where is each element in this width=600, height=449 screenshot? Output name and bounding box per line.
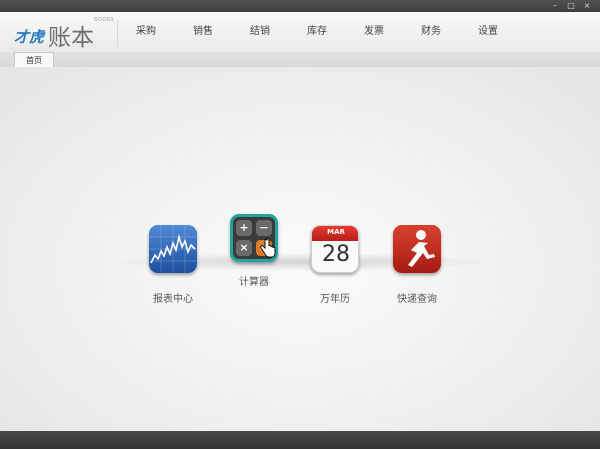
app-window: – □ × 才虎 账本 BOOKS 采购 销售 结销 库存 发票 财务 设置 首… (0, 0, 600, 449)
calendar-icon: MAR 28 (311, 225, 359, 273)
window-controls: – □ × (550, 1, 592, 10)
nav-item-settlement[interactable]: 结销 (232, 12, 288, 52)
app-calendar[interactable]: MAR 28 万年历 (295, 225, 375, 305)
calendar-day: 28 (322, 242, 350, 267)
nav-item-inventory[interactable]: 库存 (289, 12, 345, 52)
title-bar[interactable]: – □ × (0, 0, 600, 12)
nav-item-sales[interactable]: 销售 (175, 12, 231, 52)
app-report-center[interactable]: 报表中心 (133, 225, 213, 305)
logo-subtitle: BOOKS (94, 17, 115, 23)
nav-item-settings[interactable]: 设置 (460, 12, 516, 52)
header: 才虎 账本 BOOKS 采购 销售 结销 库存 发票 财务 设置 (0, 12, 600, 53)
maximize-icon[interactable]: □ (566, 1, 576, 10)
report-chart-icon (149, 225, 197, 273)
main-nav: 采购 销售 结销 库存 发票 财务 设置 (118, 12, 517, 52)
runner-icon (393, 225, 441, 273)
app-express-query[interactable]: 快递查询 (377, 225, 457, 305)
app-label-report-center: 报表中心 (153, 294, 193, 305)
bottom-bar (0, 431, 600, 449)
calc-key-multiply: × (236, 240, 252, 256)
app-label-express-query: 快递查询 (397, 294, 437, 305)
nav-item-finance[interactable]: 财务 (403, 12, 459, 52)
nav-item-purchase[interactable]: 采购 (118, 12, 174, 52)
nav-item-invoice[interactable]: 发票 (346, 12, 402, 52)
app-label-calculator: 计算器 (239, 277, 269, 288)
hand-cursor-icon (260, 238, 276, 258)
logo-title: 账本 (48, 25, 94, 51)
calc-key-plus: + (236, 220, 252, 236)
tab-home[interactable]: 首页 (14, 52, 54, 68)
tab-strip: 首页 (0, 52, 600, 68)
app-label-calendar: 万年历 (320, 294, 350, 305)
calendar-month: MAR (327, 228, 345, 236)
close-icon[interactable]: × (582, 1, 592, 10)
minimize-icon[interactable]: – (550, 1, 560, 10)
calc-key-minus: − (256, 220, 272, 236)
logo-brand: 才虎 (14, 28, 45, 46)
home-content: 报表中心 + − × = 计算器 MAR 28 (0, 67, 600, 431)
app-calculator[interactable]: + − × = 计算器 (214, 214, 294, 288)
